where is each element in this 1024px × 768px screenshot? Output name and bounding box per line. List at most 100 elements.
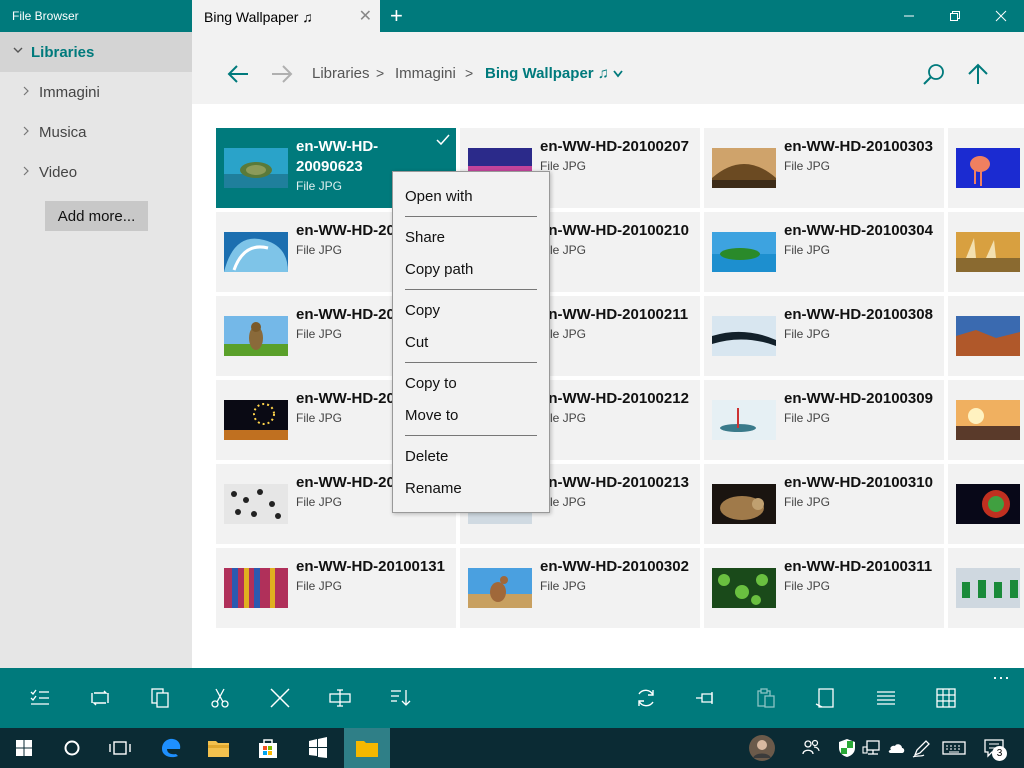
sidebar-item-musica[interactable]: Musica [0,112,192,152]
file-browser-taskbar-button[interactable] [351,732,383,764]
sidebar: Libraries Immagini Musica Video Add more… [0,32,192,668]
file-tile[interactable] [948,296,1024,376]
sidebar-libraries-label: Libraries [31,44,95,61]
file-tile[interactable] [948,212,1024,292]
breadcrumb-immagini[interactable]: Immagini [395,65,456,82]
menu-item-open-with[interactable]: Open with [405,188,473,205]
file-name: en-WW-HD-20100210 [540,222,689,239]
add-more-button[interactable]: Add more... [45,201,148,231]
file-type: File JPG [540,579,587,593]
refresh-icon [638,689,654,707]
people-button[interactable] [795,732,827,764]
new-tab-button[interactable]: + [390,3,403,29]
file-type: File JPG [296,495,343,509]
minimize-button[interactable] [886,0,932,32]
keyboard-tray-button[interactable] [938,732,970,764]
command-bar: ⋯ [0,668,1024,728]
tab-close-icon[interactable]: ✕ [359,6,372,26]
rename-button[interactable] [326,684,354,712]
file-explorer-button[interactable] [203,732,235,764]
file-tile[interactable]: en-WW-HD-20100308 File JPG [704,296,944,376]
file-name: en-WW-HD-20100304 [784,222,933,239]
breadcrumb-separator: > [376,65,385,81]
taskbar [0,728,1024,768]
paste-button[interactable] [752,684,780,712]
up-arrow-icon[interactable] [966,62,990,86]
sidebar-item-video[interactable]: Video [0,152,192,192]
file-tile[interactable]: en-WW-HD-20100309 File JPG [704,380,944,460]
menu-item-copy[interactable]: Copy [405,302,440,319]
menu-item-share[interactable]: Share [405,229,445,246]
menu-item-copy-path[interactable]: Copy path [405,261,473,278]
list-view-button[interactable] [872,684,900,712]
restore-button[interactable] [932,0,978,32]
start-button[interactable] [8,732,40,764]
file-tile[interactable] [948,548,1024,628]
user-avatar[interactable] [746,732,778,764]
refresh-button[interactable] [632,684,660,712]
forward-arrow-icon[interactable] [270,63,294,85]
cut-button[interactable] [206,684,234,712]
sidebar-item-immagini[interactable]: Immagini [0,72,192,112]
edge-browser-button[interactable] [155,732,187,764]
network-icon [862,740,880,755]
menu-divider [405,435,537,436]
sort-button[interactable] [386,684,414,712]
pinned-app-button[interactable] [302,732,334,764]
breadcrumb-separator: > [465,65,474,81]
task-view-button[interactable] [104,732,136,764]
menu-item-rename[interactable]: Rename [405,480,462,497]
more-options-button[interactable]: ⋯ [992,668,1010,689]
store-bag-icon [259,739,277,758]
cortana-button[interactable] [56,732,88,764]
folder-icon [208,741,229,757]
file-tile[interactable]: en-WW-HD-20100131 File JPG [216,548,456,628]
scissors-icon [211,688,229,708]
pin-button[interactable] [692,684,720,712]
file-tile[interactable]: en-WW-HD-20100310 File JPG [704,464,944,544]
new-file-button[interactable] [812,684,840,712]
tab-bing-wallpaper[interactable]: Bing Wallpaper ♫ ✕ [192,0,380,32]
select-all-button[interactable] [86,684,114,712]
file-tile[interactable]: en-WW-HD-20100311 File JPG [704,548,944,628]
menu-item-cut[interactable]: Cut [405,334,428,351]
list-view-icon [877,691,895,705]
file-thumbnail [224,568,288,608]
file-tile[interactable] [948,128,1024,208]
grid-view-button[interactable] [932,684,960,712]
pen-tray-button[interactable] [906,732,938,764]
file-tile[interactable] [948,380,1024,460]
file-type: File JPG [784,579,831,593]
menu-item-copy-to[interactable]: Copy to [405,375,457,392]
file-type: File JPG [296,327,343,341]
file-tile[interactable]: en-WW-HD-20100304 File JPG [704,212,944,292]
rename-icon [329,689,351,707]
file-thumbnail [712,400,776,440]
store-button[interactable] [252,732,284,764]
copy-icon [151,688,169,708]
search-icon[interactable] [922,62,946,86]
sidebar-libraries-header[interactable]: Libraries [0,32,192,72]
delete-button[interactable] [266,684,294,712]
file-tile[interactable]: en-WW-HD-20100302 File JPG [460,548,700,628]
file-type: File JPG [296,411,343,425]
close-button[interactable] [978,0,1024,32]
file-thumbnail [224,232,288,272]
file-tile[interactable] [948,464,1024,544]
select-items-button[interactable] [26,684,54,712]
file-thumbnail [712,568,776,608]
breadcrumb-bing-wallpaper[interactable]: Bing Wallpaper ♫ [485,65,609,82]
file-tile[interactable]: en-WW-HD-20100303 File JPG [704,128,944,208]
back-arrow-icon[interactable] [226,63,250,85]
menu-item-delete[interactable]: Delete [405,448,448,465]
file-name: en-WW-HD-20100213 [540,474,689,491]
copy-button[interactable] [146,684,174,712]
chevron-down-icon[interactable] [612,69,624,79]
file-thumbnail [712,484,776,524]
chevron-right-icon [23,166,29,176]
windows-flag-icon [309,737,327,758]
navigation-bar: Libraries > Immagini > Bing Wallpaper ♫ [192,32,1024,104]
breadcrumb-libraries[interactable]: Libraries [312,65,370,82]
menu-item-move-to[interactable]: Move to [405,407,458,424]
grid-view-icon [936,688,956,708]
